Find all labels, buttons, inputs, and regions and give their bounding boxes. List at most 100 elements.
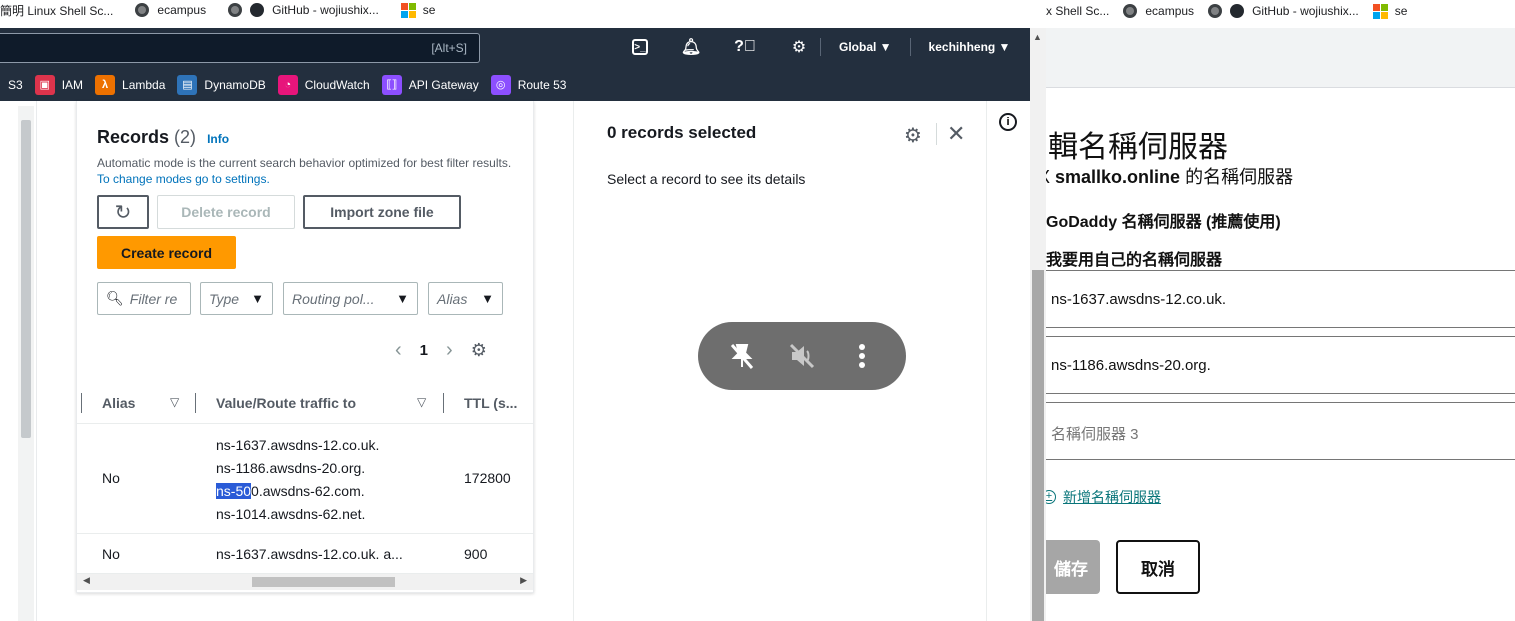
plus-icon: + [1046,490,1056,504]
bookmark-label: se [422,3,436,17]
mute-icon[interactable] [782,341,822,371]
globe-icon [228,3,243,17]
page-number[interactable]: 1 [420,342,428,359]
gear-icon[interactable]: ⚙ [904,123,922,148]
help-panel-rail: i [986,101,1030,621]
sort-icon[interactable]: ▽ [170,395,179,409]
service-lambda[interactable]: λ Lambda [95,74,166,95]
routing-policy-filter-select[interactable]: Routing pol... ▼ [283,282,418,315]
column-alias[interactable]: Alias [102,395,135,411]
service-cloudwatch[interactable]: ◔ CloudWatch [277,74,370,95]
services-favorites-bar: S3 ▣ IAM λ Lambda ▤ DynamoDB ◔ CloudWatch ⟦⟧… [0,68,1030,101]
service-s3[interactable]: S3 [8,78,23,92]
globe-icon [135,3,150,17]
route53-icon: ◎ [490,74,511,95]
more-options-icon[interactable] [842,341,882,371]
bookmark-linux-shell[interactable]: 簡明 Linux Shell Sc... [0,2,113,19]
delete-record-button[interactable]: Delete record [157,195,295,229]
column-ttl[interactable]: TTL (s... [464,395,517,411]
nameserver-2-value: ns-1186.awsdns-20.org. [1051,357,1211,374]
ns-value: ns-1014.awsdns-62.net. [216,506,366,522]
page-scrollbar[interactable]: ▲ [1030,28,1046,621]
gear-icon[interactable]: ⚙ [788,36,810,58]
alias-filter-label: Alias [437,290,468,307]
settings-link[interactable]: To change modes go to settings. [97,172,270,186]
dynamodb-icon: ▤ [177,74,198,95]
prev-page-icon[interactable]: ‹ [395,339,402,362]
table-settings-icon[interactable]: ⚙ [471,340,487,361]
records-panel: Records (2) Info Automatic mode is the c… [76,101,534,593]
service-label: Lambda [122,77,166,92]
selected-text: ns-50 [216,483,252,499]
help-icon[interactable]: ?⃝ [734,36,756,58]
nameserver-3-field[interactable]: 名稱伺服器 3 [1046,402,1515,460]
alias-filter-select[interactable]: Alias ▼ [428,282,503,315]
sort-icon[interactable]: ▽ [417,395,426,409]
aws-console-window: 簡明 Linux Shell Sc... ecampus GitHub - wo… [0,0,1046,621]
nameserver-2-field[interactable]: ns-1186.awsdns-20.org. [1046,336,1515,394]
bookmark-github[interactable]: GitHub - wojiushix... [228,3,379,17]
add-nameserver-link[interactable]: + 新增名稱伺服器 [1046,487,1161,507]
records-heading: Records (2) Info [97,127,229,148]
type-filter-select[interactable]: Type ▼ [200,282,273,315]
service-dynamodb[interactable]: ▤ DynamoDB [177,74,266,95]
service-api-gateway[interactable]: ⟦⟧ API Gateway [381,74,479,95]
column-value[interactable]: Value/Route traffic to [216,395,356,411]
bookmark-ecampus[interactable]: ecampus [135,3,206,17]
subtitle-suffix: 的名稱伺服器 [1180,167,1294,187]
service-route53[interactable]: ◎ Route 53 [490,74,566,95]
bookmark-github[interactable]: GitHub - wojiushix... [1208,4,1359,18]
value-cell[interactable]: ns-1637.awsdns-12.co.uk. ns-1186.awsdns-… [216,434,379,526]
bookmark-linux-shell[interactable]: x Shell Sc... [1046,4,1109,18]
unpin-icon[interactable] [722,341,762,371]
bookmark-se[interactable]: se [1372,4,1407,19]
sidebar-scrollbar[interactable] [18,106,34,621]
api-gateway-icon: ⟦⟧ [381,74,402,95]
info-icon[interactable]: i [999,113,1017,131]
create-record-button[interactable]: Create record [97,236,236,269]
save-button[interactable]: 儲存 [1046,540,1100,594]
bell-icon[interactable]: 🔔︎ [680,36,702,58]
search-input[interactable]: [Alt+S] [0,33,480,63]
records-title: Records [97,127,170,147]
github-icon [250,3,265,17]
type-filter-label: Type [209,290,240,307]
value-cell: ns-1637.awsdns-12.co.uk. a... [216,546,403,562]
ns-value: ns-1637.awsdns-12.co.uk. [216,437,380,453]
close-icon[interactable]: ✕ [947,121,965,147]
bookmark-se[interactable]: se [400,3,436,18]
subtitle-prefix: X [1046,167,1055,187]
github-icon [1230,4,1245,18]
account-menu[interactable]: kechihheng ▼ [929,40,1011,56]
service-iam[interactable]: ▣ IAM [34,74,84,95]
next-page-icon[interactable]: › [446,339,453,362]
nameserver-1-field[interactable]: ns-1637.awsdns-12.co.uk. [1046,270,1515,328]
cloudwatch-icon: ◔ [277,74,298,95]
region-selector[interactable]: Global ▼ [839,40,892,56]
details-subtitle: Select a record to see its details [607,171,806,187]
table-row[interactable]: No ns-1637.awsdns-12.co.uk. a... 900 [77,534,533,574]
ns-value: ns-500.awsdns-62.com. [216,480,379,503]
table-row[interactable]: No ns-1637.awsdns-12.co.uk. ns-1186.awsd… [77,424,533,534]
refresh-button[interactable]: ↻ [97,195,149,229]
service-label: CloudWatch [304,77,370,92]
nameserver-3-placeholder: 名稱伺服器 3 [1051,426,1139,443]
import-zone-file-button[interactable]: Import zone file [303,195,461,229]
info-link[interactable]: Info [207,132,229,146]
table-horizontal-scrollbar[interactable]: ◀ ▶ [77,574,533,590]
media-control-overlay [698,322,906,390]
cloudshell-icon[interactable]: >_ [632,39,648,55]
alias-cell: No [102,470,120,486]
cancel-button[interactable]: 取消 [1116,540,1200,594]
refresh-icon: ↻ [114,201,132,224]
option-godaddy-nameservers[interactable]: GoDaddy 名稱伺服器 (推薦使用) [1046,208,1281,232]
browser-toolbar [1046,28,1515,88]
service-label: IAM [61,77,84,92]
filter-records-input[interactable]: 🔍︎ Filter re [97,282,191,315]
bookmark-ecampus[interactable]: ecampus [1123,4,1194,18]
ns-value: ns-1186.awsdns-20.org. [216,460,366,476]
service-label: S3 [8,77,23,92]
bookmark-label: 簡明 Linux Shell Sc... [0,3,114,18]
option-custom-nameservers[interactable]: 我要用自己的名稱伺服器 [1046,246,1222,270]
caret-down-icon: ▼ [396,291,409,306]
